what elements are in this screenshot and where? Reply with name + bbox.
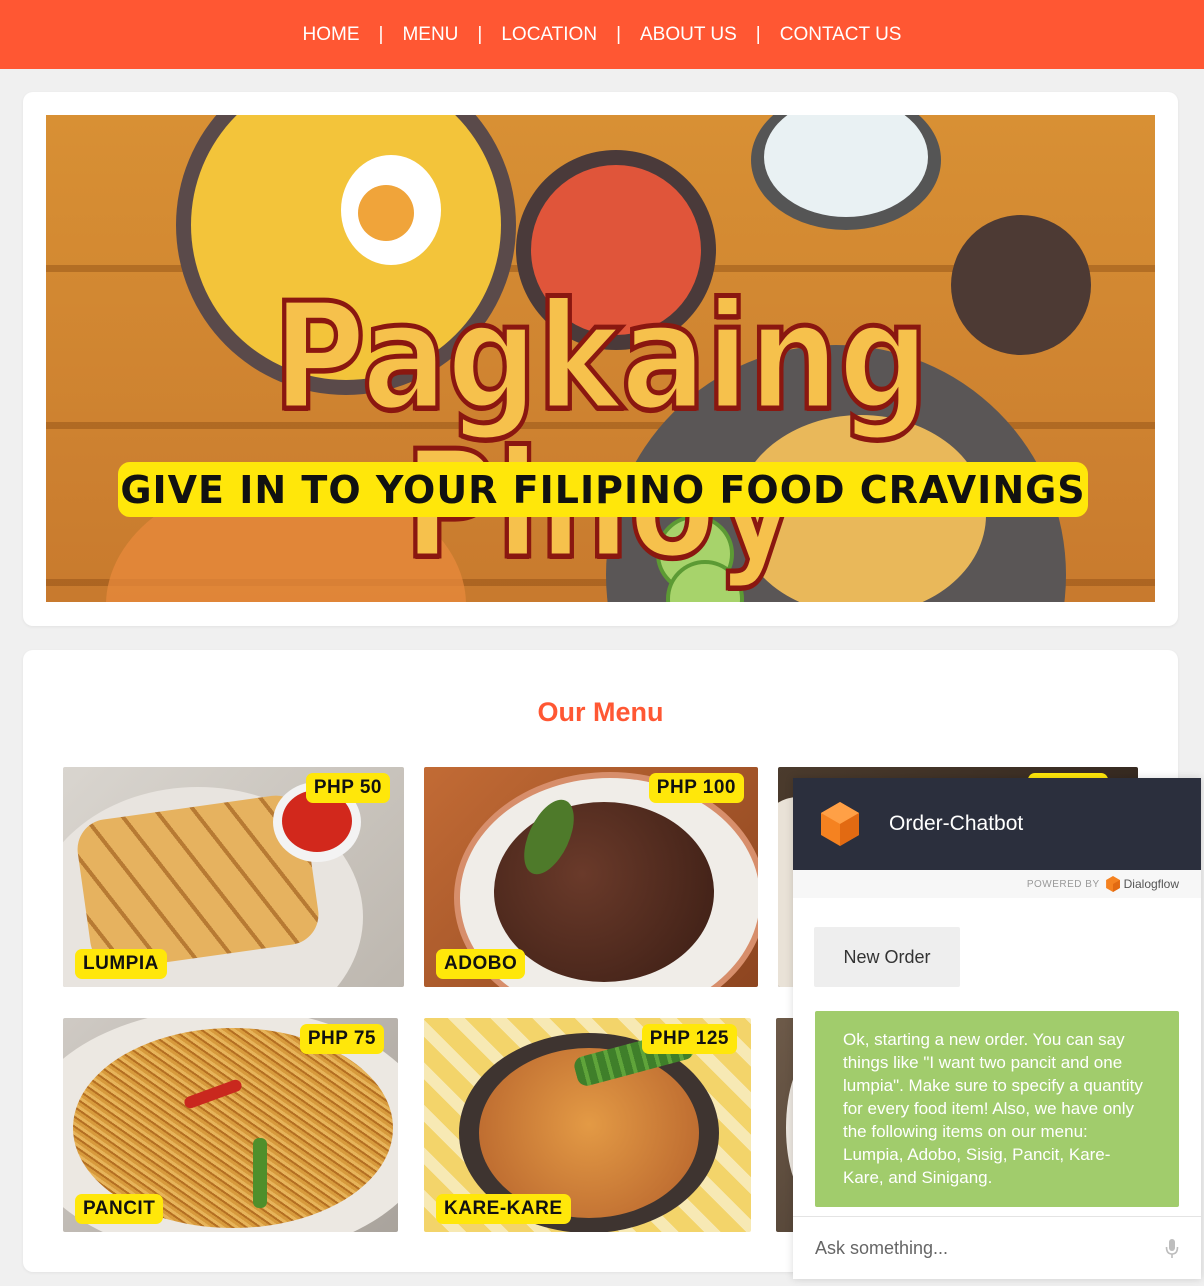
nav-location[interactable]: LOCATION xyxy=(499,24,599,46)
dish-name-tag: KARE-KARE xyxy=(436,1194,571,1224)
dialogflow-logo-icon xyxy=(1105,876,1120,892)
adobo-meat-image xyxy=(494,802,714,982)
menu-item-pancit[interactable]: PHP 75 PANCIT xyxy=(63,1018,398,1232)
hero-title: Pagkaing Pinoy xyxy=(270,271,931,582)
price-tag: PHP 125 xyxy=(641,1024,737,1054)
dish-name-tag: LUMPIA xyxy=(75,949,167,979)
hero-tagline: GIVE IN TO YOUR FILIPINO FOOD CRAVINGS xyxy=(118,462,1088,517)
nav-contact-us[interactable]: CONTACT US xyxy=(778,24,904,46)
user-message-bubble: New Order xyxy=(814,927,960,987)
powered-by-bar: POWERED BY Dialogflow xyxy=(793,870,1201,898)
dialogflow-label: Dialogflow xyxy=(1123,877,1179,891)
top-nav: HOME | MENU | LOCATION | ABOUT US | CONT… xyxy=(0,0,1204,69)
dish-name-tag: ADOBO xyxy=(436,949,526,979)
menu-title: Our Menu xyxy=(537,697,664,727)
nav-separator: | xyxy=(755,23,761,45)
chatbot-widget: Order-Chatbot POWERED BY Dialogflow New … xyxy=(793,778,1201,1279)
user-message-text: New Order xyxy=(843,946,931,967)
egg-yolk xyxy=(358,185,414,241)
menu-item-adobo[interactable]: PHP 100 ADOBO xyxy=(424,767,758,987)
dialogflow-brand[interactable]: Dialogflow xyxy=(1105,876,1179,892)
hero-banner-image: Pagkaing Pinoy GIVE IN TO YOUR FILIPINO … xyxy=(46,115,1155,602)
hero-card: Pagkaing Pinoy GIVE IN TO YOUR FILIPINO … xyxy=(23,92,1178,626)
nav-separator: | xyxy=(477,23,483,45)
nav-home[interactable]: HOME xyxy=(301,24,362,46)
bot-message-text: Ok, starting a new order. You can say th… xyxy=(843,1030,1143,1187)
menu-item-kare-kare[interactable]: PHP 125 KARE-KARE xyxy=(424,1018,751,1232)
price-tag: PHP 75 xyxy=(299,1024,384,1054)
nav-menu[interactable]: MENU xyxy=(400,24,460,46)
dish-name-tag: PANCIT xyxy=(75,1194,164,1224)
menu-item-lumpia[interactable]: PHP 50 LUMPIA xyxy=(63,767,404,987)
bot-message-bubble: Ok, starting a new order. You can say th… xyxy=(815,1011,1179,1207)
nav-separator: | xyxy=(616,23,621,45)
powered-by-label: POWERED BY xyxy=(1026,878,1100,890)
microphone-icon[interactable] xyxy=(1165,1238,1179,1260)
nav-about-us[interactable]: ABOUT US xyxy=(638,24,739,46)
chat-input[interactable] xyxy=(813,1237,1147,1260)
chatbot-avatar-icon xyxy=(821,802,859,846)
chat-header: Order-Chatbot xyxy=(793,778,1201,870)
price-tag: PHP 100 xyxy=(648,773,744,803)
chat-input-row xyxy=(793,1216,1201,1280)
price-tag: PHP 50 xyxy=(305,773,390,803)
vegetable-garnish xyxy=(253,1138,267,1208)
chat-title: Order-Chatbot xyxy=(889,812,1024,835)
nav-separator: | xyxy=(378,23,384,45)
